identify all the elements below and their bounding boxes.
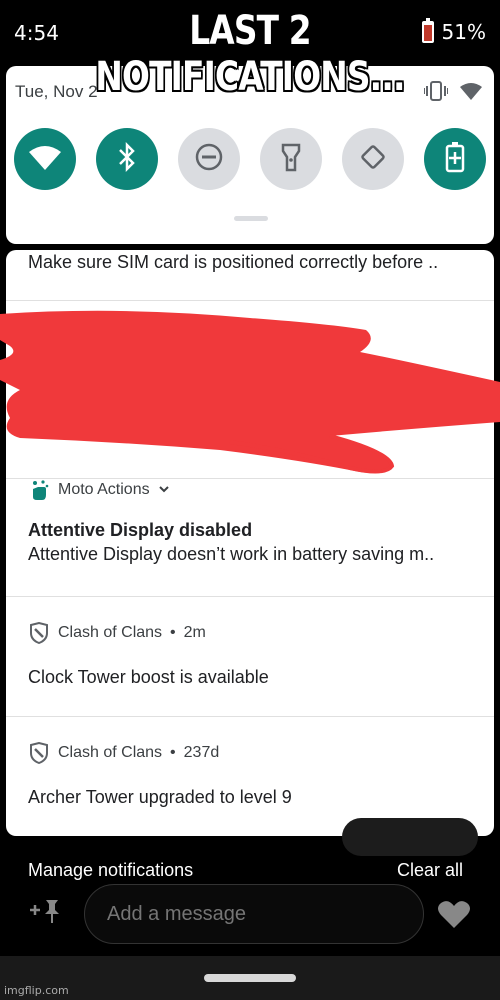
meme-caption-line2: NOTIFICATIONS... [95,54,405,100]
notification-moto-actions[interactable]: Moto Actions Attentive Display disabled … [6,478,494,596]
notification-redacted[interactable] [6,300,494,478]
moto-actions-icon [28,479,50,501]
home-gesture-handle[interactable] [204,974,296,982]
bluetooth-tile[interactable] [96,128,158,190]
notification-stack: Make sure SIM card is positioned correct… [6,250,494,836]
bluetooth-icon [117,141,137,177]
separator-dot: • [170,744,176,761]
notification-title: Attentive Display disabled [28,520,253,540]
auto-rotate-tile[interactable] [342,128,404,190]
heart-icon[interactable] [437,899,471,934]
notification-clash-1[interactable]: Clash of Clans • 2m Clock Tower boost is… [6,596,494,716]
notification-text: Make sure SIM card is positioned correct… [28,252,439,272]
clear-all-button[interactable]: Clear all [397,860,463,881]
do-not-disturb-icon [194,142,224,177]
do-not-disturb-tile[interactable] [178,128,240,190]
separator-dot: • [170,624,176,641]
notification-header: Clash of Clans • 2m [28,622,206,644]
meme-caption: LAST 2 NOTIFICATIONS... [45,8,455,100]
qs-tiles [14,128,486,190]
notification-header: Clash of Clans • 237d [28,742,219,764]
flashlight-icon [280,142,302,177]
wifi-icon [29,144,61,175]
meme-caption-line1: LAST 2 [189,8,311,54]
clash-of-clans-icon [28,622,50,644]
notification-text: Archer Tower upgraded to level 9 [28,787,292,807]
notification-header: Moto Actions [28,479,170,501]
notification-time: 2m [183,624,206,641]
auto-rotate-icon [358,142,388,177]
wifi-tile[interactable] [14,128,76,190]
message-input[interactable] [84,884,424,944]
signal-wifi-icon [460,82,482,105]
battery-saver-tile[interactable] [424,128,486,190]
notification-text: Attentive Display doesn’t work in batter… [28,544,435,564]
battery-saver-icon [445,141,465,178]
app-name: Clash of Clans [58,624,163,641]
notification-time: 237d [183,744,220,761]
ghost-pill [342,818,478,856]
manage-notifications-button[interactable]: Manage notifications [28,860,193,881]
chevron-down-icon[interactable] [158,481,170,499]
flashlight-tile[interactable] [260,128,322,190]
notification-sim[interactable]: Make sure SIM card is positioned correct… [6,250,494,300]
clash-of-clans-icon [28,742,50,764]
qs-drag-handle[interactable] [234,216,268,221]
pin-icon[interactable] [28,898,62,929]
app-name: Clash of Clans [58,744,163,761]
imgflip-watermark: imgflip.com [4,984,69,997]
app-name: Moto Actions [58,481,150,498]
notification-text: Clock Tower boost is available [28,667,269,687]
